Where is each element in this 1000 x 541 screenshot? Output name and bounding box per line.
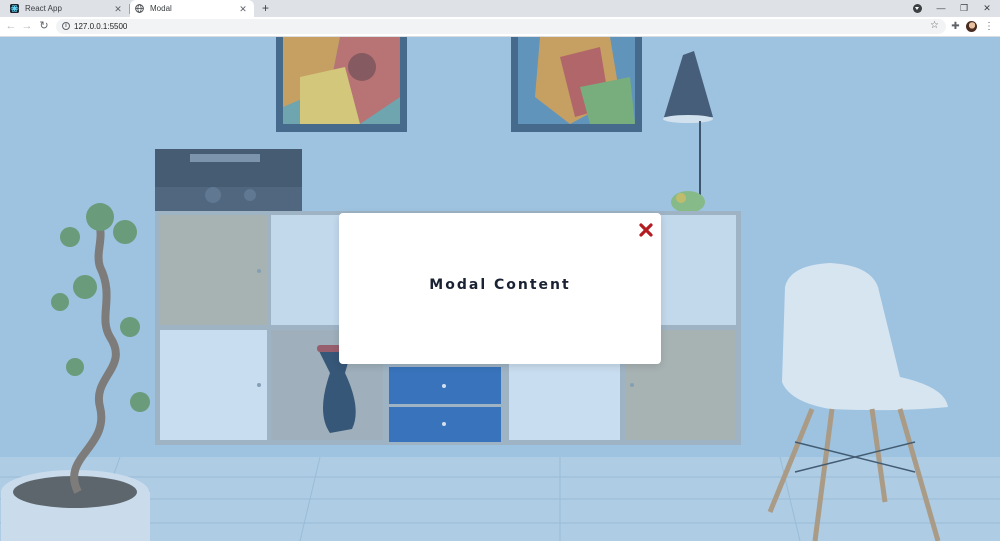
modal-dialog: Modal Content	[339, 213, 661, 364]
tab-search-icon[interactable]	[913, 4, 922, 13]
page-viewport: Modal Content	[0, 37, 1000, 541]
react-app-favicon-icon	[10, 4, 19, 13]
tab-close-icon[interactable]: ✕	[238, 4, 248, 14]
tab-react-app[interactable]: React App ✕	[5, 0, 129, 17]
browser-menu-icon[interactable]: ⋮	[984, 20, 994, 33]
bookmark-star-icon[interactable]: ☆	[930, 20, 939, 32]
address-url[interactable]: 127.0.0.1:5500	[74, 21, 127, 32]
globe-icon	[135, 4, 144, 13]
tab-modal[interactable]: Modal ✕	[130, 0, 254, 17]
tab-title: Modal	[150, 4, 172, 13]
reload-button[interactable]: ↻	[37, 19, 51, 33]
forward-button[interactable]: →	[20, 19, 34, 33]
profile-avatar[interactable]	[966, 21, 977, 32]
extensions-puzzle-icon[interactable]: ✚	[950, 21, 961, 32]
back-button[interactable]: ←	[4, 19, 18, 33]
browser-toolbar: ← → ↻ i 127.0.0.1:5500 ☆ ✚ ⋮	[0, 17, 1000, 37]
minimize-button[interactable]: —	[930, 0, 952, 17]
modal-content-text: Modal Content	[429, 277, 571, 293]
tab-close-icon[interactable]: ✕	[113, 4, 123, 14]
window-close-button[interactable]: ✕	[976, 0, 998, 17]
new-tab-button[interactable]: +	[259, 2, 272, 15]
restore-button[interactable]: ❐	[953, 0, 975, 17]
site-info-icon[interactable]: i	[62, 22, 70, 30]
address-bar[interactable]: i 127.0.0.1:5500 ☆	[56, 19, 946, 34]
tab-title: React App	[25, 4, 62, 13]
close-x-icon[interactable]	[639, 223, 653, 237]
tab-strip: React App ✕ Modal ✕ + — ❐ ✕	[0, 0, 1000, 17]
